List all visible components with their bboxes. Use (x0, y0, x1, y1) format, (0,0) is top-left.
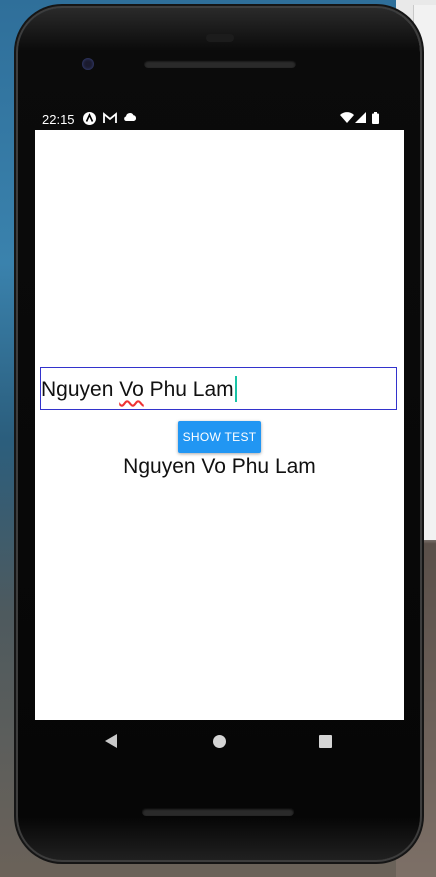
app-icon (83, 112, 96, 128)
home-icon[interactable] (213, 735, 226, 748)
back-icon[interactable] (105, 734, 117, 748)
cloud-icon (123, 112, 137, 125)
earpiece (206, 34, 234, 42)
signal-icon (355, 112, 366, 126)
status-bar: 22:15 (35, 110, 404, 130)
battery-icon (372, 112, 379, 127)
output-text: Nguyen Vo Phu Lam (123, 455, 316, 478)
show-test-button[interactable]: SHOW TEST (178, 421, 261, 453)
name-input[interactable]: Nguyen Vo Phu Lam (40, 367, 397, 410)
input-text-misspelled: Vo (119, 378, 144, 401)
gmail-icon (103, 112, 117, 127)
input-text-end: Phu Lam (143, 378, 234, 401)
wifi-icon (340, 112, 354, 126)
app-screen: Nguyen Vo Phu Lam SHOW TEST Nguyen Vo Ph… (35, 130, 404, 720)
top-speaker (144, 60, 296, 68)
front-camera (82, 58, 94, 70)
status-time: 22:15 (42, 112, 75, 127)
input-text-start: Nguyen (41, 378, 120, 401)
bottom-speaker (142, 808, 294, 816)
navigation-bar (35, 722, 404, 762)
recents-icon[interactable] (319, 735, 332, 748)
text-caret (234, 376, 237, 403)
